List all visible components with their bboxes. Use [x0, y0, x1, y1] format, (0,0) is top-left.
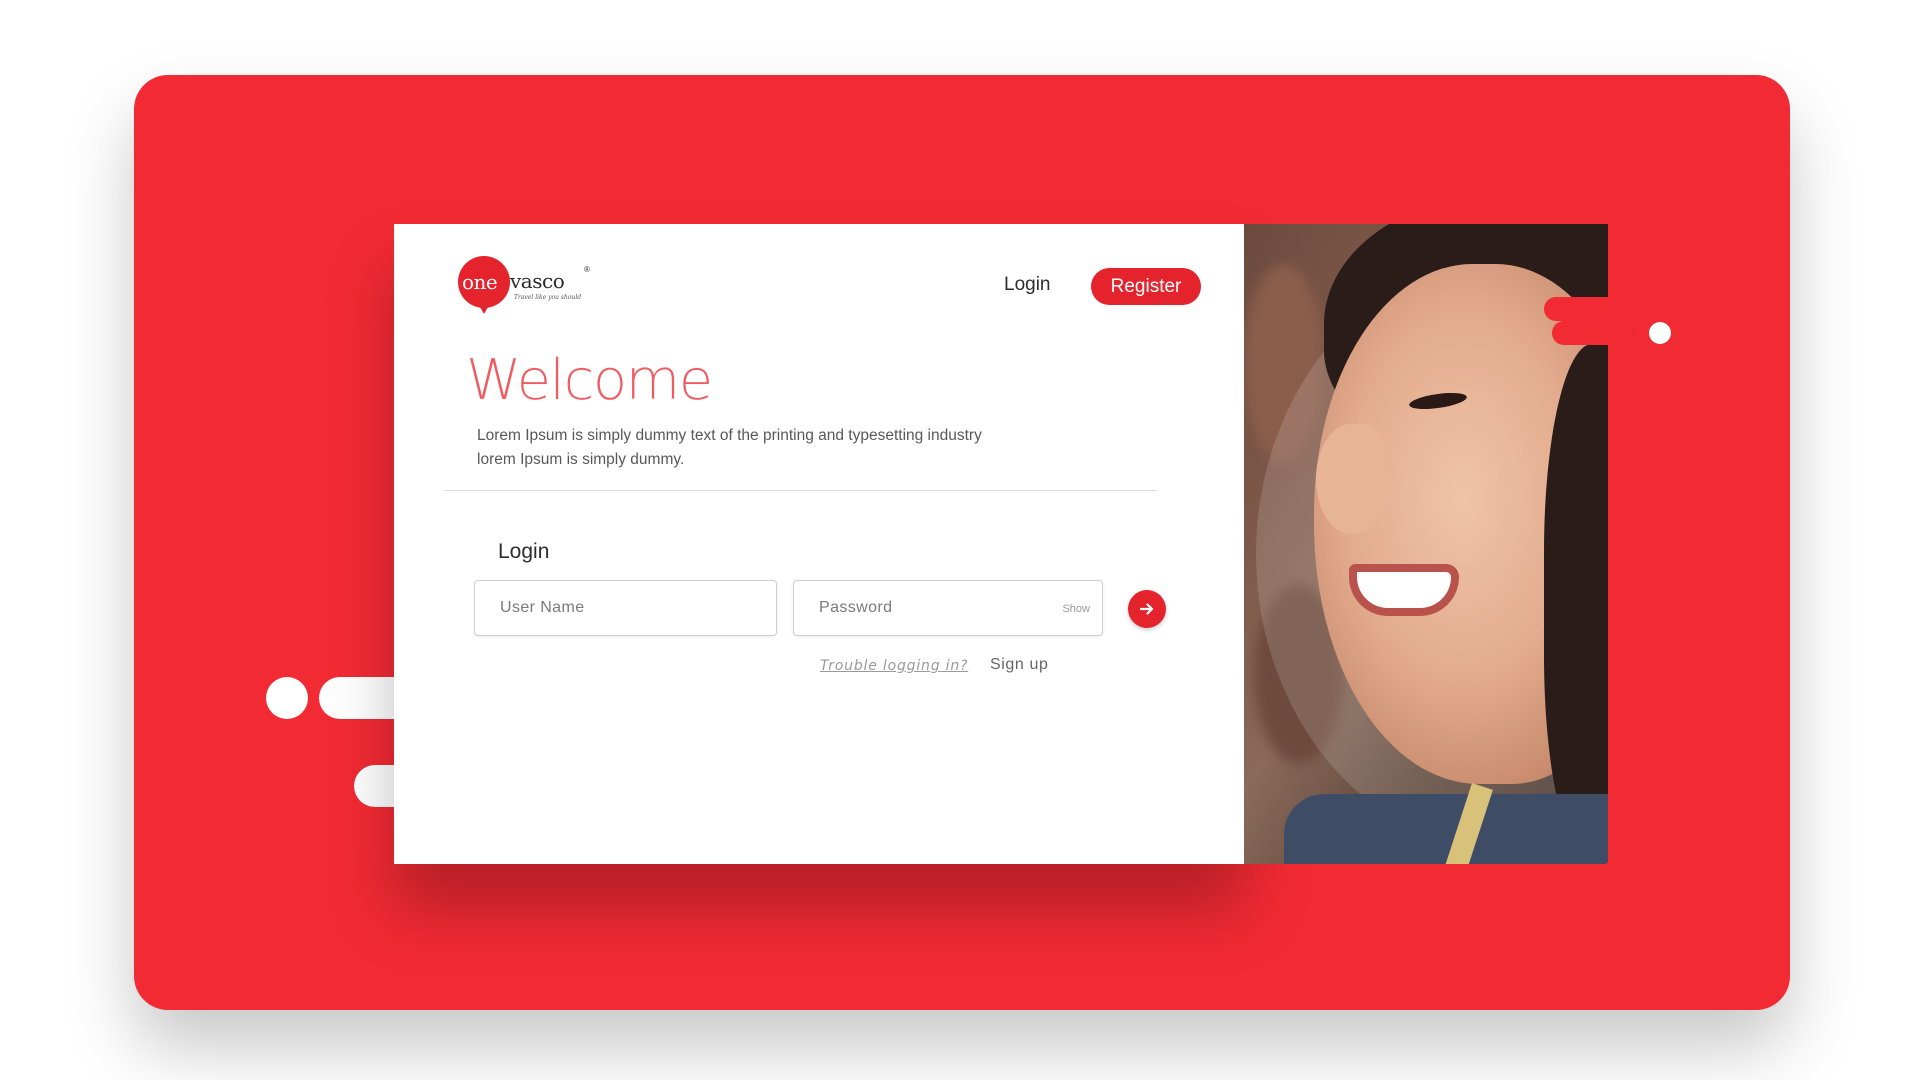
logo-bubble-tip: [476, 300, 492, 314]
welcome-description-line-2: lorem Ipsum is simply dummy.: [477, 451, 685, 468]
register-button[interactable]: Register: [1091, 268, 1201, 305]
password-input[interactable]: [819, 581, 1035, 635]
login-form-title: Login: [498, 540, 550, 563]
photo-hair-side: [1544, 344, 1608, 864]
photo-jacket: [1284, 794, 1608, 864]
welcome-description-line-1: Lorem Ipsum is simply dummy text of the …: [477, 427, 982, 444]
password-field[interactable]: Show: [793, 580, 1103, 636]
login-submit-button[interactable]: [1128, 590, 1166, 628]
logo-tagline: Travel like you should: [514, 294, 582, 301]
nav-login-link[interactable]: Login: [1004, 274, 1051, 296]
page-background: one vasco ® Travel like you should Login…: [0, 0, 1920, 1080]
decor-dot-left: [266, 677, 308, 719]
decor-pill-right-red-2: [1552, 321, 1634, 345]
logo-registered-mark: ®: [584, 265, 590, 274]
show-password-toggle[interactable]: Show: [1062, 603, 1090, 615]
logo-word-two: vasco: [510, 269, 565, 293]
welcome-description: Lorem Ipsum is simply dummy text of the …: [477, 424, 1077, 472]
username-input[interactable]: [500, 581, 711, 635]
username-field[interactable]: [474, 580, 777, 636]
photo-smile: [1349, 564, 1459, 616]
trouble-logging-in-link[interactable]: Trouble logging in?: [820, 658, 968, 674]
logo-word-one: one: [462, 270, 498, 294]
photo-nose: [1316, 424, 1386, 534]
arrow-right-icon: [1139, 603, 1154, 615]
section-divider: [444, 490, 1157, 491]
welcome-heading: Welcome: [466, 348, 713, 413]
sign-up-link[interactable]: Sign up: [990, 656, 1048, 674]
decor-pill-right-red: [1544, 297, 1626, 321]
onevasco-logo[interactable]: one vasco ® Travel like you should: [458, 256, 598, 324]
decor-dot-right: [1649, 322, 1671, 344]
